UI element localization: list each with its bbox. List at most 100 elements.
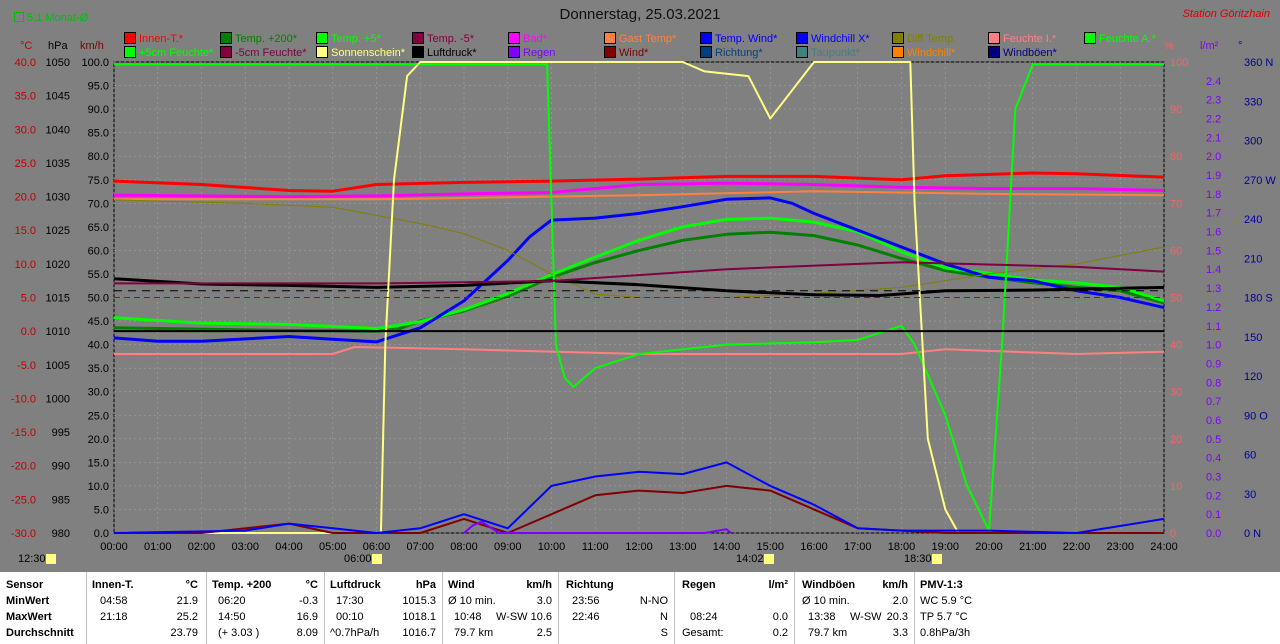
tick-rain: 0.3 bbox=[1206, 471, 1221, 483]
max-time: 10:48 bbox=[454, 611, 482, 623]
avg-value: S bbox=[660, 627, 668, 639]
tick-percent: 100 bbox=[1170, 57, 1188, 69]
legend-item: Gast Temp* bbox=[604, 32, 676, 45]
legend-label: Regen bbox=[523, 47, 556, 59]
tick-kmh: 0.0 bbox=[94, 528, 109, 540]
tick-temp: 40.0 bbox=[15, 57, 36, 69]
tick-temp: 30.0 bbox=[15, 124, 36, 136]
tick-time: 19:00 bbox=[931, 541, 959, 553]
tick-kmh: 95.0 bbox=[88, 81, 109, 93]
tick-direction: 210 bbox=[1244, 253, 1262, 265]
tick-hpa: 1050 bbox=[46, 57, 70, 69]
tick-temp: 5.0 bbox=[21, 293, 36, 305]
tick-time: 22:00 bbox=[1063, 541, 1091, 553]
legend-swatch bbox=[316, 32, 328, 44]
tick-temp: 15.0 bbox=[15, 225, 36, 237]
tick-temp: -15.0 bbox=[11, 427, 36, 439]
tick-kmh: 5.0 bbox=[94, 504, 109, 516]
tick-percent: 70 bbox=[1170, 198, 1182, 210]
stats-table: Sensor MinWert MaxWert Durchschnitt Inne… bbox=[0, 572, 1280, 644]
legend-label: Feuchte I.* bbox=[1003, 33, 1057, 45]
min-time: 04:58 bbox=[100, 595, 128, 607]
tick-kmh: 65.0 bbox=[88, 222, 109, 234]
tick-percent: 60 bbox=[1170, 245, 1182, 257]
legend-swatch bbox=[508, 46, 520, 58]
tick-percent: 0 bbox=[1170, 528, 1176, 540]
legend-item: Luftdruck* bbox=[412, 46, 477, 59]
tick-time: 12:00 bbox=[625, 541, 653, 553]
tick-rain: 0.5 bbox=[1206, 434, 1221, 446]
legend-item: Sonnenschein* bbox=[316, 46, 405, 59]
legend-label: Temp. +5* bbox=[331, 33, 381, 45]
tick-rain: 0.9 bbox=[1206, 358, 1221, 370]
tick-kmh: 20.0 bbox=[88, 434, 109, 446]
unit-degree: ° bbox=[1238, 40, 1243, 52]
divider bbox=[558, 572, 559, 644]
max-value: N bbox=[660, 611, 668, 623]
min-value: 2.0 bbox=[892, 595, 908, 607]
divider bbox=[914, 572, 915, 644]
legend-swatch bbox=[604, 32, 616, 44]
tick-percent: 20 bbox=[1170, 434, 1182, 446]
tick-rain: 1.8 bbox=[1206, 189, 1221, 201]
tick-rain: 0.7 bbox=[1206, 396, 1221, 408]
tick-kmh: 15.0 bbox=[88, 457, 109, 469]
tick-percent: 30 bbox=[1170, 387, 1182, 399]
tick-rain: 1.5 bbox=[1206, 245, 1221, 257]
unit-kmh: km/h bbox=[80, 40, 104, 52]
tick-kmh: 45.0 bbox=[88, 316, 109, 328]
divider bbox=[206, 572, 207, 644]
legend-swatch bbox=[796, 32, 808, 44]
tick-temp: -10.0 bbox=[11, 393, 36, 405]
tick-temp: -20.0 bbox=[11, 461, 36, 473]
col-head: Temp. +200 bbox=[212, 579, 272, 591]
tick-time: 05:00 bbox=[319, 541, 347, 553]
divider bbox=[324, 572, 325, 644]
legend-swatch bbox=[508, 32, 520, 44]
tick-hpa: 1035 bbox=[46, 158, 70, 170]
tick-time: 20:00 bbox=[975, 541, 1003, 553]
avg-note: (+ 3.03 ) bbox=[218, 627, 260, 639]
tick-kmh: 60.0 bbox=[88, 245, 109, 257]
legend-label: Bad* bbox=[523, 33, 547, 45]
tick-hpa: 1010 bbox=[46, 326, 70, 338]
max-time: 21:18 bbox=[100, 611, 128, 623]
legend-item: Windböen* bbox=[988, 46, 1057, 59]
legend-swatch bbox=[988, 46, 1000, 58]
tick-direction: 240 bbox=[1244, 214, 1262, 226]
tick-rain: 1.2 bbox=[1206, 302, 1221, 314]
divider bbox=[442, 572, 443, 644]
tick-temp: 10.0 bbox=[15, 259, 36, 271]
legend-label: Feuchte A.* bbox=[1099, 33, 1156, 45]
legend-label: Wind* bbox=[619, 47, 649, 59]
tick-time: 17:00 bbox=[844, 541, 872, 553]
legend-swatch bbox=[604, 46, 616, 58]
max-value: 10.6 bbox=[530, 611, 552, 623]
tick-percent: 90 bbox=[1170, 104, 1182, 116]
col-innen: Innen-T. °C 04:58 21.9 21:18 25.2 23.79 bbox=[92, 572, 202, 644]
col-head: Luftdruck bbox=[330, 579, 381, 591]
legend-label: Windchill X* bbox=[811, 33, 870, 45]
max-value: 1018.1 bbox=[402, 611, 436, 623]
tick-kmh: 35.0 bbox=[88, 363, 109, 375]
legend-swatch bbox=[124, 32, 136, 44]
tick-kmh: 40.0 bbox=[88, 340, 109, 352]
tick-rain: 0.4 bbox=[1206, 453, 1221, 465]
max-direction: W-SW bbox=[496, 611, 528, 623]
tick-direction: 120 bbox=[1244, 371, 1262, 383]
legend-item: Feuchte I.* bbox=[988, 32, 1057, 45]
tick-rain: 2.1 bbox=[1206, 132, 1221, 144]
sun-marker-label: 18:30 bbox=[904, 553, 932, 565]
min-time: 17:30 bbox=[336, 595, 364, 607]
unit-rain: l/m² bbox=[1200, 40, 1219, 52]
max-time: 08:24 bbox=[690, 611, 718, 623]
tick-hpa: 1015 bbox=[46, 293, 70, 305]
avg-value: 3.3 bbox=[892, 627, 908, 639]
tick-hpa: 1045 bbox=[46, 91, 70, 103]
tick-kmh: 55.0 bbox=[88, 269, 109, 281]
tick-rain: 2.2 bbox=[1206, 114, 1221, 126]
legend-item: Diff Temp. bbox=[892, 32, 956, 45]
legend-label: Windböen* bbox=[1003, 47, 1057, 59]
min-value: 21.9 bbox=[176, 595, 198, 607]
col-unit: l/m² bbox=[768, 579, 788, 591]
